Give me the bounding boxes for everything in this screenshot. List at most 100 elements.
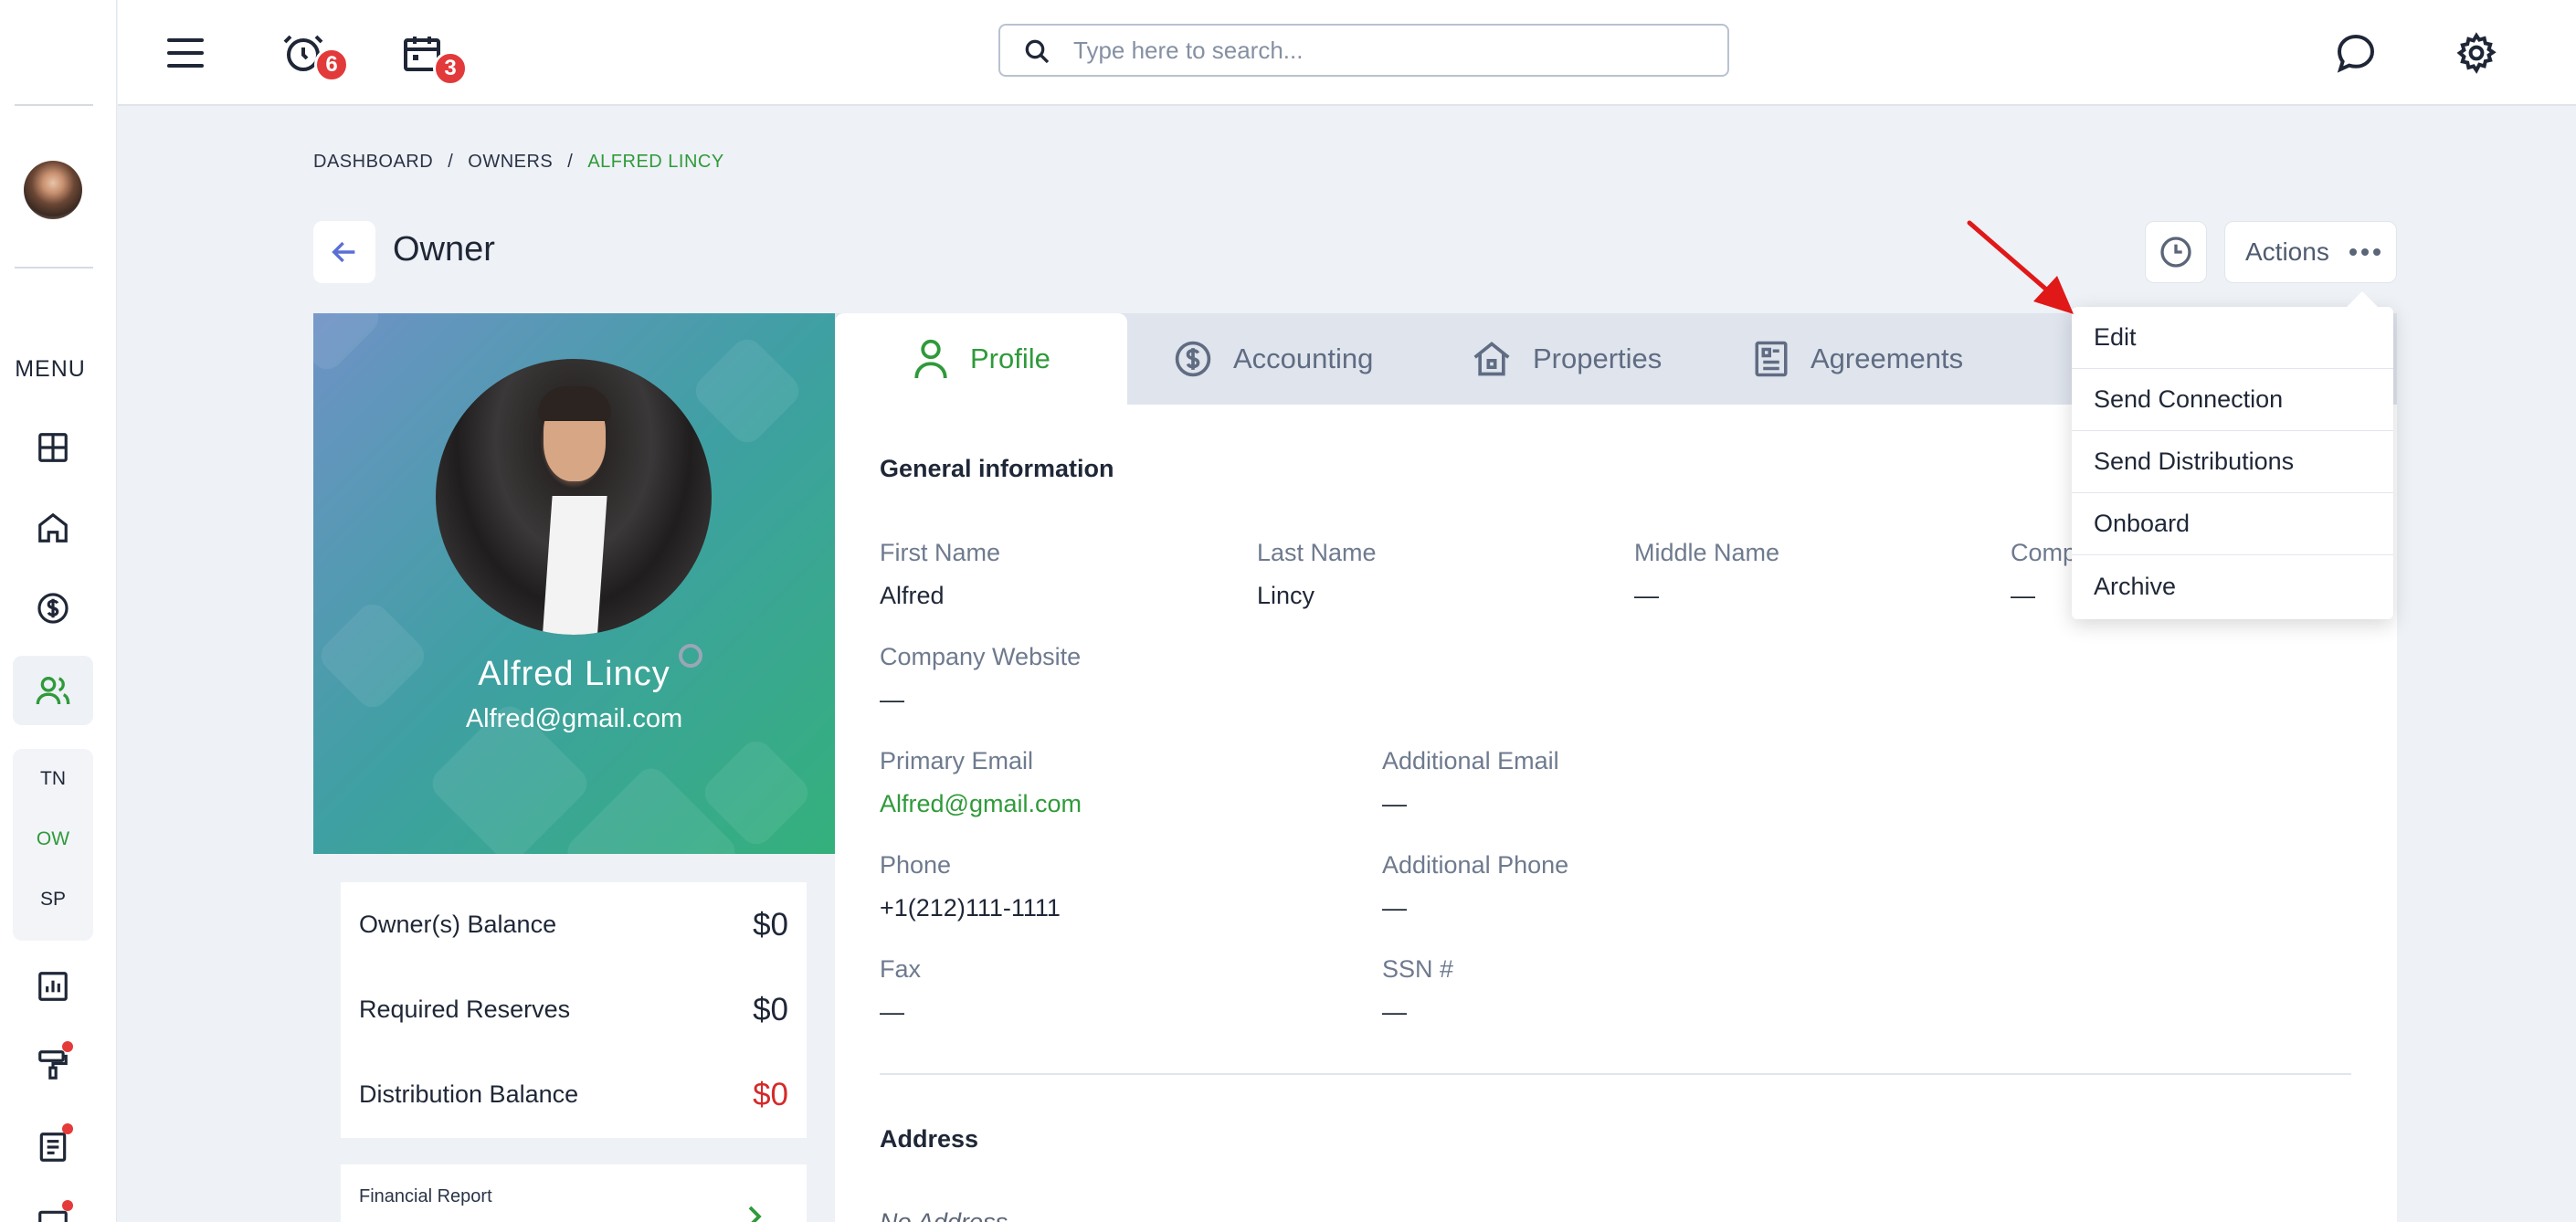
field-label: Company Website bbox=[880, 643, 1082, 670]
field-value: — bbox=[1382, 998, 1407, 1026]
tab-agreements[interactable]: Agreements bbox=[1752, 313, 1963, 405]
user-avatar[interactable] bbox=[24, 161, 82, 219]
sidebar-item-reports[interactable] bbox=[24, 957, 82, 1016]
balance-label: Distribution Balance bbox=[359, 1080, 579, 1108]
company-field: Comp — bbox=[2011, 539, 2076, 610]
ssn-field: SSN # — bbox=[1382, 955, 1453, 1027]
balance-row: Owner(s) Balance $0 bbox=[341, 882, 807, 967]
field-label: Additional Phone bbox=[1382, 851, 1569, 879]
field-value: — bbox=[1382, 894, 1407, 922]
notification-dot bbox=[62, 1041, 73, 1052]
more-dots-icon bbox=[2349, 248, 2381, 256]
financial-report-card[interactable]: Financial Report bbox=[341, 1164, 807, 1222]
field-value: — bbox=[1382, 790, 1407, 817]
field-value: +1(212)111-1111 bbox=[880, 894, 1061, 922]
menu-item-archive[interactable]: Archive bbox=[2072, 555, 2393, 617]
tab-profile[interactable]: Profile bbox=[835, 313, 1127, 405]
sidebar-item-dashboard[interactable] bbox=[24, 418, 82, 477]
balance-value: $0 bbox=[753, 991, 788, 1027]
balance-label: Owner(s) Balance bbox=[359, 911, 557, 938]
section-divider bbox=[880, 1073, 2351, 1075]
sidebar-item-more[interactable] bbox=[24, 1195, 82, 1222]
tab-accounting[interactable]: Accounting bbox=[1173, 313, 1373, 405]
field-label: SSN # bbox=[1382, 955, 1454, 983]
search-icon bbox=[1025, 39, 1050, 64]
sidebar-item-maintenance[interactable] bbox=[24, 1036, 82, 1094]
chevron-right-icon bbox=[748, 1206, 762, 1222]
company-website-field: Company Website — bbox=[880, 643, 1081, 714]
additional-email-field: Additional Email — bbox=[1382, 747, 1559, 818]
primary-email-link[interactable]: Alfred@gmail.com bbox=[880, 790, 1082, 818]
tab-label: Properties bbox=[1533, 342, 1663, 374]
alarm-count-badge: 6 bbox=[314, 47, 349, 82]
profile-photo bbox=[436, 359, 712, 635]
background-shape bbox=[313, 313, 385, 376]
hamburger-menu-button[interactable] bbox=[156, 24, 215, 82]
breadcrumb: DASHBOARD / OWNERS / ALFRED LINCY bbox=[313, 152, 724, 173]
messages-button[interactable] bbox=[2327, 24, 2385, 82]
menu-item-edit[interactable]: Edit bbox=[2072, 307, 2393, 369]
field-label: Primary Email bbox=[880, 747, 1034, 774]
menu-item-send-connection[interactable]: Send Connection bbox=[2072, 369, 2393, 431]
middle-name-field: Middle Name — bbox=[1634, 539, 1779, 610]
profile-card: Alfred Lincy Alfred@gmail.com bbox=[313, 313, 835, 854]
breadcrumb-separator: / bbox=[567, 152, 574, 172]
people-sub-nav: TN OW SP bbox=[13, 749, 93, 941]
calendar-count-badge: 3 bbox=[433, 51, 468, 86]
actions-button[interactable]: Actions bbox=[2224, 221, 2397, 283]
paint-roller-icon bbox=[38, 1050, 68, 1080]
tab-label: Profile bbox=[970, 342, 1050, 374]
breadcrumb-current: ALFRED LINCY bbox=[587, 152, 724, 172]
last-name-field: Last Name Lincy bbox=[1257, 539, 1377, 610]
sub-nav-service-pros[interactable]: SP bbox=[13, 869, 93, 930]
background-shape bbox=[689, 332, 806, 449]
annotation-arrow-icon bbox=[1967, 220, 2074, 314]
alarms-button[interactable]: 6 bbox=[274, 24, 349, 82]
search-input[interactable] bbox=[1073, 26, 1713, 75]
fax-field: Fax — bbox=[880, 955, 921, 1027]
dashboard-icon bbox=[38, 433, 68, 462]
sidebar-item-accounting[interactable] bbox=[24, 579, 82, 637]
field-label: Fax bbox=[880, 955, 922, 983]
field-label: First Name bbox=[880, 539, 1001, 566]
breadcrumb-dashboard[interactable]: DASHBOARD bbox=[313, 152, 433, 173]
first-name-field: First Name Alfred bbox=[880, 539, 1000, 610]
chat-bubble-icon bbox=[2337, 34, 2375, 73]
sidebar-item-documents[interactable] bbox=[24, 1118, 82, 1176]
back-button[interactable] bbox=[313, 221, 375, 283]
notification-dot bbox=[62, 1200, 73, 1211]
field-value: Lincy bbox=[1257, 582, 1315, 609]
profile-name: Alfred Lincy bbox=[478, 655, 670, 693]
actions-label: Actions bbox=[2245, 237, 2329, 266]
gear-icon bbox=[2456, 32, 2497, 74]
notification-dot bbox=[62, 1123, 73, 1134]
hamburger-icon bbox=[167, 38, 204, 68]
actions-dropdown: Edit Send Connection Send Distributions … bbox=[2072, 307, 2393, 619]
history-button[interactable] bbox=[2145, 221, 2207, 283]
menu-label: MENU bbox=[15, 356, 86, 382]
sub-nav-tenants[interactable]: TN bbox=[13, 749, 93, 809]
financial-report-label: Financial Report bbox=[359, 1186, 492, 1206]
field-label: Phone bbox=[880, 851, 952, 879]
users-icon bbox=[36, 677, 70, 705]
breadcrumb-owners[interactable]: OWNERS bbox=[468, 152, 553, 173]
menu-item-send-distributions[interactable]: Send Distributions bbox=[2072, 431, 2393, 493]
sidebar-item-properties[interactable] bbox=[24, 499, 82, 557]
menu-item-onboard[interactable]: Onboard bbox=[2072, 493, 2393, 555]
settings-button[interactable] bbox=[2447, 24, 2506, 82]
top-bar: 6 3 bbox=[118, 0, 2576, 106]
general-information-title: General information bbox=[880, 455, 1114, 482]
balance-row: Distribution Balance $0 bbox=[341, 1052, 807, 1137]
breadcrumb-separator: / bbox=[448, 152, 454, 172]
address-title: Address bbox=[880, 1125, 979, 1153]
field-value: — bbox=[2011, 582, 2035, 609]
sidebar-item-people[interactable] bbox=[13, 656, 93, 725]
sub-nav-owners[interactable]: OW bbox=[13, 809, 93, 869]
calendar-button[interactable]: 3 bbox=[393, 24, 468, 86]
balance-value: $0 bbox=[753, 906, 788, 943]
no-address-text: No Address bbox=[880, 1208, 1008, 1222]
field-value: — bbox=[880, 998, 904, 1026]
additional-phone-field: Additional Phone — bbox=[1382, 851, 1568, 922]
dollar-circle-icon bbox=[1175, 341, 1211, 377]
tab-properties[interactable]: Properties bbox=[1471, 313, 1662, 405]
